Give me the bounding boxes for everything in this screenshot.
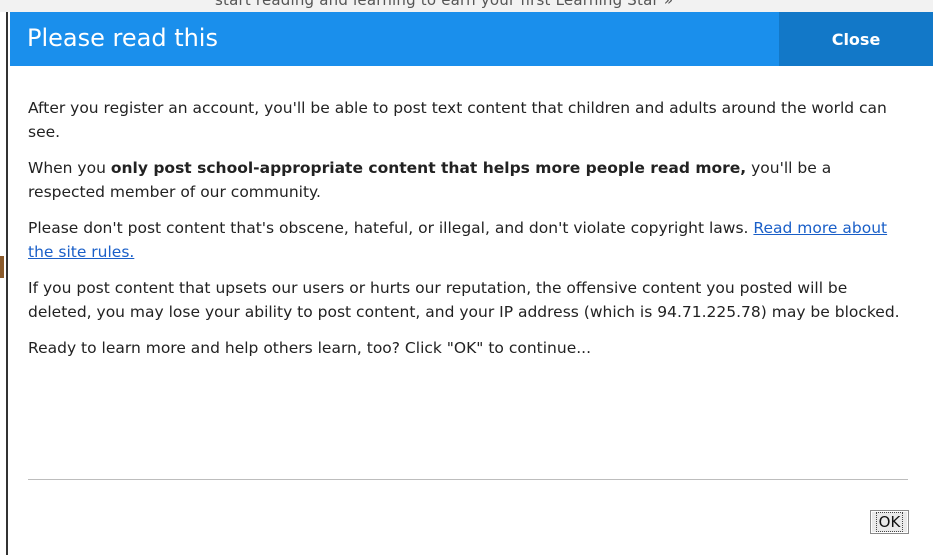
ok-button[interactable]: OK	[870, 510, 909, 534]
paragraph-consequences: If you post content that upsets our user…	[28, 279, 900, 321]
paragraph-community-pre: When you	[28, 159, 111, 177]
background-marker	[0, 256, 4, 278]
dialog-body: After you register an account, you'll be…	[28, 96, 913, 360]
paragraph-register-info: After you register an account, you'll be…	[28, 99, 887, 141]
rules-dialog: Please read this Close After you registe…	[10, 12, 933, 555]
paragraph-continue: Ready to learn more and help others lear…	[28, 339, 592, 357]
paragraph-content-rules-text: Please don't post content that's obscene…	[28, 219, 754, 237]
footer-divider	[28, 479, 908, 480]
paragraph-community: When you only post school-appropriate co…	[28, 156, 913, 204]
background-page-strip: start reading and learning to earn your …	[0, 0, 933, 12]
dialog-header: Please read this Close	[10, 12, 933, 66]
dialog-title: Please read this	[27, 24, 218, 52]
background-page-edge	[0, 12, 8, 555]
paragraph-content-rules: Please don't post content that's obscene…	[28, 216, 913, 264]
close-button[interactable]: Close	[779, 12, 933, 66]
paragraph-community-emphasis: only post school-appropriate content tha…	[110, 159, 747, 177]
background-partial-text: start reading and learning to earn your …	[215, 0, 674, 9]
ok-button-label: OK	[875, 512, 904, 532]
